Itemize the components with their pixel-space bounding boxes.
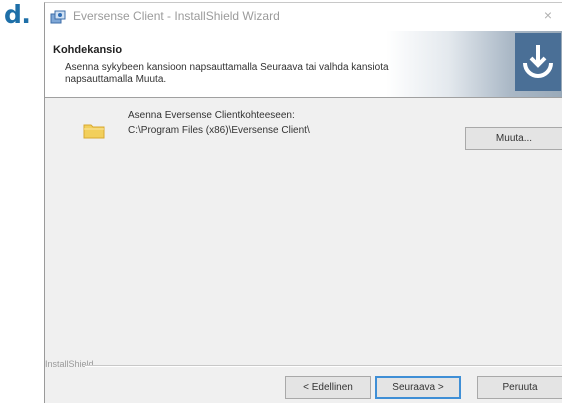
installer-window: Eversense Client - InstallShield Wizard … [44, 2, 562, 403]
banner-title: Kohdekansio [53, 44, 123, 56]
change-button[interactable]: Muuta... [465, 127, 562, 150]
back-button[interactable]: < Edellinen [285, 376, 371, 399]
installshield-brand: InstallShield [45, 359, 94, 369]
next-button[interactable]: Seuraava > [375, 376, 461, 399]
folder-icon [83, 124, 105, 139]
destination-label: Asenna Eversense Clientkohteeseen: [128, 110, 295, 121]
step-label: d. [4, 0, 31, 29]
close-button[interactable]: × [544, 7, 552, 23]
banner-description: Asenna sykybeen kansioon napsauttamalla … [65, 62, 389, 85]
title-bar: Eversense Client - InstallShield Wizard … [45, 3, 562, 31]
footer-divider [85, 365, 562, 367]
destination-path: C:\Program Files (x86)\Eversense Client\ [128, 125, 310, 136]
cancel-button[interactable]: Peruuta [477, 376, 562, 399]
installer-icon [50, 10, 66, 24]
window-title: Eversense Client - InstallShield Wizard [73, 9, 280, 23]
header-banner: Kohdekansio Asenna sykybeen kansioon nap… [45, 31, 562, 98]
installshield-logo [515, 33, 561, 91]
